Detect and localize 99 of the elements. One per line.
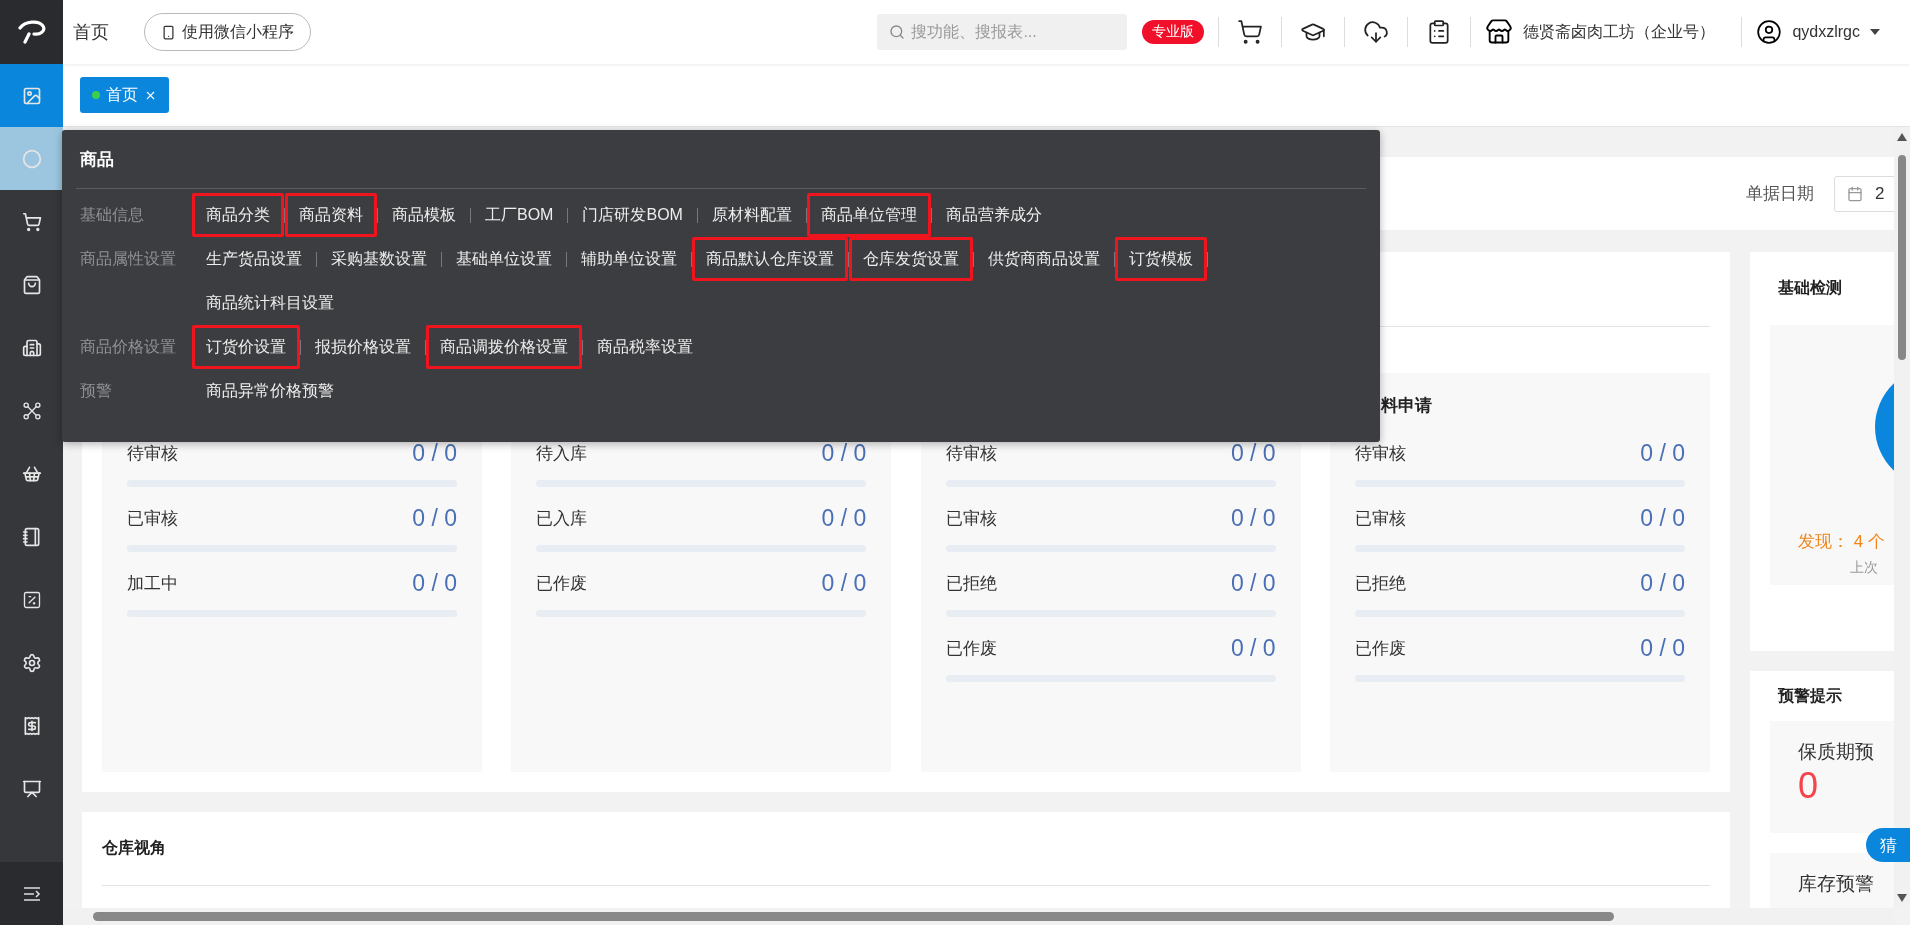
status-count: 0 / 0 bbox=[1640, 569, 1685, 597]
scrollbar-thumb[interactable] bbox=[1898, 155, 1906, 360]
group-label: 商品属性设置 bbox=[79, 248, 177, 269]
status-label: 待审核 bbox=[127, 442, 178, 465]
settings-icon bbox=[21, 652, 42, 673]
status-count: 0 / 0 bbox=[1640, 634, 1685, 662]
user-avatar-icon bbox=[1756, 19, 1783, 45]
menu-item[interactable]: 工厂BOM bbox=[471, 193, 568, 237]
card-title: 预警提示 bbox=[1778, 685, 1842, 706]
scroll-up-icon[interactable] bbox=[1897, 133, 1907, 141]
mini-program-button[interactable]: 使用微信小程序 bbox=[144, 13, 311, 51]
board-icon bbox=[21, 778, 42, 799]
status-label: 已审核 bbox=[945, 507, 997, 530]
search-field[interactable]: 搜功能、搜报表... bbox=[877, 14, 1128, 50]
nodes-icon bbox=[21, 400, 42, 421]
username[interactable]: qydxzlrgc bbox=[1792, 23, 1860, 41]
company-name[interactable]: 德贤斋卤肉工坊（企业号） bbox=[1523, 21, 1716, 43]
menu-item[interactable]: 商品统计科目设置 bbox=[192, 281, 348, 325]
status-label: 已作废 bbox=[945, 637, 997, 660]
chart-icon bbox=[21, 85, 42, 106]
menu-item[interactable]: 供货商商品设置 bbox=[974, 237, 1114, 281]
phone-icon bbox=[161, 24, 176, 40]
cart-icon bbox=[1237, 19, 1264, 45]
list-indent-icon bbox=[22, 885, 41, 902]
menu-item[interactable]: 商品营养成分 bbox=[931, 193, 1056, 237]
calendar-icon bbox=[1847, 185, 1863, 202]
menu-item[interactable]: 采购基数设置 bbox=[317, 237, 441, 281]
caret-icon bbox=[1870, 29, 1880, 35]
filter-label: 单据日期 bbox=[1746, 183, 1814, 205]
menu-item[interactable]: 商品单位管理 bbox=[806, 193, 931, 237]
edition-badge: 专业版 bbox=[1142, 20, 1205, 44]
store-icon bbox=[1485, 18, 1514, 46]
warning-label: 库存预警 bbox=[1798, 872, 1875, 896]
status-label: 待审核 bbox=[945, 442, 997, 465]
status-label: 已作废 bbox=[1355, 637, 1406, 660]
status-count: 0 / 0 bbox=[1640, 504, 1685, 532]
menu-item[interactable]: 商品默认仓库设置 bbox=[692, 237, 848, 281]
menu-title: 商品 bbox=[80, 148, 114, 171]
status-label: 已拒绝 bbox=[1355, 572, 1406, 595]
menu-item[interactable]: 订货模板 bbox=[1115, 237, 1207, 281]
status-count: 0 / 0 bbox=[1230, 504, 1276, 532]
scroll-down-icon[interactable] bbox=[1897, 894, 1907, 902]
percent-icon bbox=[21, 589, 42, 610]
status-count: 0 / 0 bbox=[821, 504, 867, 532]
status-count: 0 / 0 bbox=[412, 569, 457, 597]
scrollbar-thumb[interactable] bbox=[93, 912, 1614, 921]
status-count: 0 / 0 bbox=[412, 504, 457, 532]
menu-item[interactable]: 仓库发货设置 bbox=[849, 237, 973, 281]
menu-item[interactable]: 商品模板 bbox=[378, 193, 470, 237]
status-count: 0 / 0 bbox=[1230, 439, 1276, 467]
status-dot bbox=[92, 91, 100, 99]
collapse-button[interactable] bbox=[0, 862, 63, 925]
notebook-icon bbox=[21, 526, 42, 547]
panel-title: 料申请 bbox=[1380, 394, 1432, 417]
menu-item[interactable]: 报损价格设置 bbox=[301, 325, 425, 369]
building-icon bbox=[21, 337, 42, 358]
cloud-download-icon bbox=[1363, 19, 1390, 45]
status-label: 已拒绝 bbox=[945, 572, 997, 595]
status-label: 加工中 bbox=[127, 572, 178, 595]
card-title: 基础检测 bbox=[1778, 278, 1842, 298]
status-count: 0 / 0 bbox=[1230, 569, 1276, 597]
status-label: 已审核 bbox=[127, 507, 178, 530]
status-count: 0 / 0 bbox=[412, 439, 457, 467]
menu-item[interactable]: 基础单位设置 bbox=[442, 237, 566, 281]
bag-icon bbox=[21, 274, 42, 295]
menu-item[interactable]: 商品资料 bbox=[285, 193, 377, 237]
group-label: 预警 bbox=[79, 380, 113, 401]
circle-icon bbox=[21, 148, 42, 169]
last-check-text: 上次 bbox=[1849, 559, 1879, 577]
group-label: 基础信息 bbox=[79, 204, 145, 225]
menu-item[interactable]: 辅助单位设置 bbox=[567, 237, 691, 281]
cart-icon bbox=[21, 211, 42, 232]
status-count: 0 / 0 bbox=[1230, 634, 1276, 662]
status-label: 已审核 bbox=[1355, 507, 1406, 530]
status-label: 已入库 bbox=[536, 507, 588, 530]
menu-item[interactable]: 商品调拨价格设置 bbox=[426, 325, 582, 369]
group-label: 商品价格设置 bbox=[79, 336, 177, 357]
search-icon bbox=[889, 24, 906, 40]
card-title: 仓库视角 bbox=[102, 838, 166, 858]
status-label: 待审核 bbox=[1355, 442, 1406, 465]
menu-item[interactable]: 商品异常价格预警 bbox=[192, 369, 348, 413]
warning-label: 保质期预 bbox=[1798, 740, 1875, 764]
basket-icon bbox=[21, 463, 42, 484]
menu-item[interactable]: 原材料配置 bbox=[697, 193, 806, 237]
status-count: 0 / 0 bbox=[821, 439, 867, 467]
status-count: 0 / 0 bbox=[821, 569, 867, 597]
menu-item[interactable]: 订货价设置 bbox=[192, 325, 300, 369]
page-title: 首页 bbox=[73, 21, 109, 44]
status-count: 0 / 0 bbox=[1640, 439, 1685, 467]
status-label: 待入库 bbox=[536, 442, 588, 465]
menu-item[interactable]: 商品分类 bbox=[192, 193, 284, 237]
menu-item[interactable]: 门店研发BOM bbox=[568, 193, 697, 237]
found-count: 发现： 4 个 bbox=[1797, 531, 1886, 553]
assistant-button[interactable]: 猜 bbox=[1866, 828, 1910, 862]
status-label: 已作废 bbox=[536, 572, 588, 595]
menu-item[interactable]: 商品税率设置 bbox=[583, 325, 707, 369]
page-tab[interactable]: 首页 bbox=[80, 77, 169, 113]
menu-item[interactable]: 生产货品设置 bbox=[192, 237, 316, 281]
warning-count: 0 bbox=[1798, 765, 1820, 807]
